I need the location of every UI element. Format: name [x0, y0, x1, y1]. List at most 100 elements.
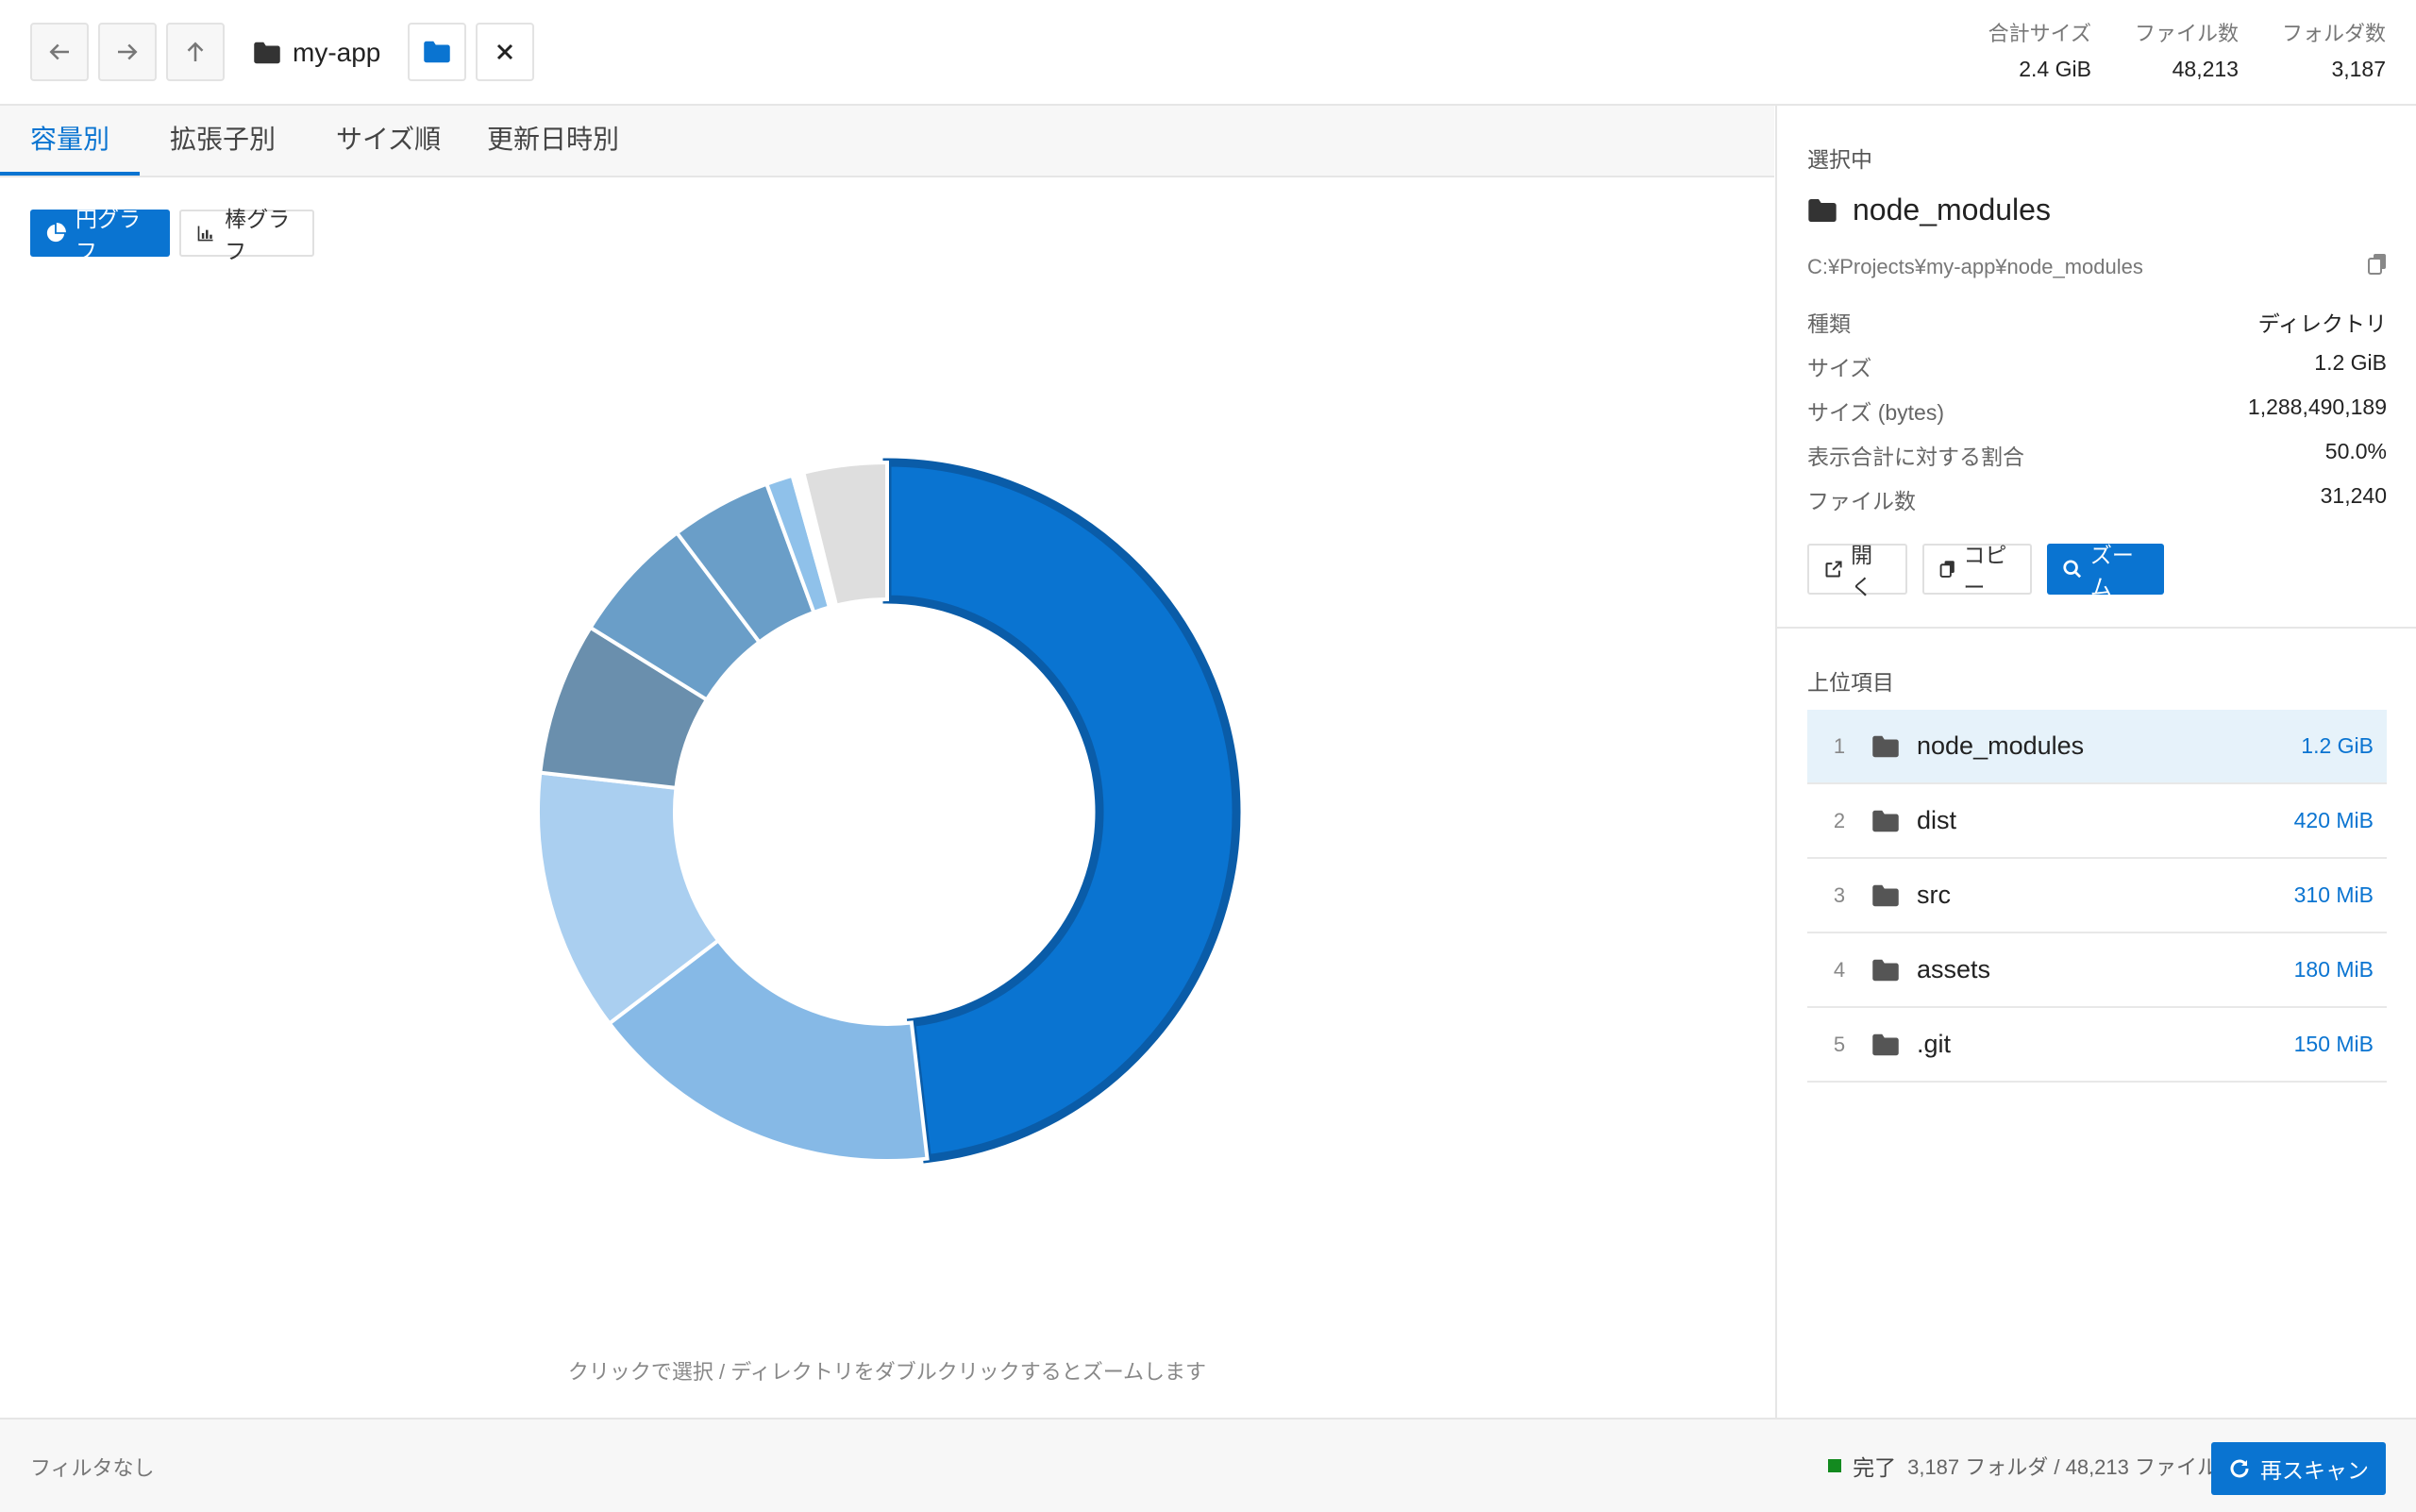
- detail-key: 表示合計に対する割合: [1807, 445, 2024, 469]
- folder-icon: [1871, 809, 1917, 833]
- copy-path-button[interactable]: [2367, 253, 2388, 280]
- item-name: node_modules: [1917, 731, 2085, 760]
- filter-status[interactable]: フィルタなし: [30, 1452, 155, 1482]
- bar-chart-label: 棒グラフ: [225, 207, 291, 263]
- zoom-button[interactable]: ズーム: [2047, 543, 2164, 599]
- open-label: 開く: [1851, 543, 1873, 599]
- search-icon: [2063, 560, 2082, 579]
- total-size-stat: 合計サイズ 2.4 GiB: [1988, 17, 2091, 82]
- list-item[interactable]: 1 node_modules 1.2 GiB: [1807, 710, 2387, 784]
- close-icon: [496, 43, 513, 60]
- chart-hint: クリックで選択 / ディレクトリをダブルクリックするとズームします: [567, 1360, 1207, 1384]
- arrow-right-icon: [118, 43, 138, 60]
- item-size: 420 MiB: [2293, 808, 2374, 832]
- detail-key: ファイル数: [1807, 489, 1916, 513]
- close-button[interactable]: [476, 23, 534, 81]
- detail-row-size: サイズ 1.2 GiB: [1807, 350, 2387, 382]
- rescan-button[interactable]: 再スキャン: [2211, 1442, 2386, 1495]
- breadcrumb[interactable]: my-app: [253, 34, 380, 72]
- toolbar: my-app 合計サイズ 2.4 GiB ファイル数 48,213 フォルダ数 …: [0, 0, 2416, 106]
- item-name: assets: [1917, 955, 1991, 983]
- folder-icon: [1808, 198, 1837, 222]
- tab-by-size[interactable]: 容量別: [0, 106, 140, 176]
- folder-icon: [1871, 1033, 1917, 1057]
- rescan-label: 再スキャン: [2260, 1458, 2369, 1483]
- detail-row-bytes: サイズ (bytes) 1,288,490,189: [1807, 395, 2387, 427]
- status-indicator: [1828, 1459, 1842, 1472]
- file-count-stat: ファイル数 48,213: [2135, 17, 2239, 82]
- total-size-label: 合計サイズ: [1988, 22, 2091, 45]
- detail-row-files: ファイル数 31,240: [1807, 483, 2387, 515]
- open-button[interactable]: 開く: [1807, 543, 1907, 599]
- pie-chart-icon: [46, 223, 66, 243]
- item-rank: 4: [1833, 957, 1846, 982]
- list-item[interactable]: 4 assets 180 MiB: [1807, 933, 2387, 1008]
- detail-panel: 選択中 node_modules C:¥Projects¥my-app¥node…: [1775, 106, 2416, 1418]
- top-items-title: 上位項目: [1807, 670, 1894, 695]
- status-bar: フィルタなし 完了 3,187 フォルダ / 48,213 ファイル 再スキャン: [0, 1418, 2416, 1512]
- donut-chart: [536, 458, 1241, 1164]
- bar-chart-toggle[interactable]: 棒グラフ: [179, 207, 314, 263]
- detail-key: サイズ: [1807, 356, 1872, 380]
- folder-count-label: フォルダ数: [2281, 22, 2386, 45]
- detail-value: ディレクトリ: [2257, 311, 2387, 336]
- item-name: src: [1917, 881, 1951, 909]
- detail-value: 31,240: [2320, 483, 2387, 508]
- top-items-list: 1 node_modules 1.2 GiB 2 dist 420 MiB 3 …: [1807, 710, 2387, 1083]
- folder-icon: [424, 41, 450, 63]
- file-count-value: 48,213: [2172, 57, 2239, 81]
- tab-by-modified[interactable]: 更新日時別: [487, 106, 619, 176]
- current-path-label: my-app: [293, 38, 381, 67]
- summary-stats: 合計サイズ 2.4 GiB ファイル数 48,213 フォルダ数 3,187: [1988, 17, 2386, 82]
- external-link-icon: [1825, 561, 1842, 578]
- chart-slice[interactable]: [885, 460, 1238, 1161]
- scan-status: 完了 3,187 フォルダ / 48,213 ファイル: [1828, 1450, 2218, 1482]
- detail-key: サイズ (bytes): [1807, 400, 1944, 425]
- pie-chart-toggle[interactable]: 円グラフ: [30, 207, 170, 263]
- selection-section-title: 選択中: [1807, 147, 1872, 172]
- list-item[interactable]: 5 .git 150 MiB: [1807, 1008, 2387, 1083]
- status-counts: 3,187 フォルダ / 48,213 ファイル: [1907, 1455, 2218, 1479]
- copy-icon: [2368, 254, 2386, 275]
- item-size: 1.2 GiB: [2301, 733, 2374, 758]
- copy-label: コピー: [1963, 543, 2007, 599]
- tab-size-order[interactable]: サイズ順: [336, 106, 441, 176]
- total-size-value: 2.4 GiB: [2019, 57, 2091, 81]
- file-count-label: ファイル数: [2134, 22, 2239, 45]
- bar-chart-icon: [197, 226, 213, 242]
- copy-button[interactable]: コピー: [1922, 543, 2032, 599]
- detail-value: 1,288,490,189: [2247, 395, 2387, 419]
- detail-value: 50.0%: [2324, 439, 2387, 463]
- folder-icon: [1871, 883, 1917, 908]
- detail-key: 種類: [1807, 311, 1851, 336]
- item-rank: 5: [1833, 1032, 1846, 1056]
- view-tabs: 容量別 拡張子別 サイズ順 更新日時別: [0, 106, 1774, 177]
- folder-count-value: 3,187: [2331, 57, 2386, 81]
- selected-item-path: C:¥Projects¥my-app¥node_modules: [1807, 255, 2143, 278]
- zoom-label: ズーム: [2089, 543, 2134, 599]
- up-button[interactable]: [166, 23, 225, 81]
- status-label: 完了: [1853, 1455, 1897, 1480]
- list-item[interactable]: 3 src 310 MiB: [1807, 859, 2387, 933]
- folder-icon: [254, 42, 280, 64]
- folder-count-stat: フォルダ数 3,187: [2282, 17, 2386, 82]
- back-button[interactable]: [30, 23, 89, 81]
- tab-by-extension[interactable]: 拡張子別: [170, 106, 276, 176]
- refresh-icon: [2230, 1459, 2249, 1478]
- detail-value: 1.2 GiB: [2314, 350, 2387, 375]
- item-name: dist: [1917, 806, 1957, 834]
- arrow-left-icon: [49, 43, 69, 60]
- item-size: 180 MiB: [2293, 957, 2374, 982]
- chart-area: [0, 283, 1774, 1340]
- copy-icon: [1939, 561, 1955, 578]
- open-folder-button[interactable]: [408, 23, 466, 81]
- item-rank: 2: [1833, 808, 1846, 832]
- list-item[interactable]: 2 dist 420 MiB: [1807, 784, 2387, 859]
- item-size: 310 MiB: [2293, 882, 2374, 907]
- item-size: 150 MiB: [2293, 1032, 2374, 1056]
- detail-row-ratio: 表示合計に対する割合 50.0%: [1807, 439, 2387, 471]
- arrow-up-icon: [187, 42, 204, 61]
- folder-icon: [1871, 734, 1917, 759]
- pie-chart-label: 円グラフ: [75, 207, 141, 263]
- forward-button[interactable]: [98, 23, 157, 81]
